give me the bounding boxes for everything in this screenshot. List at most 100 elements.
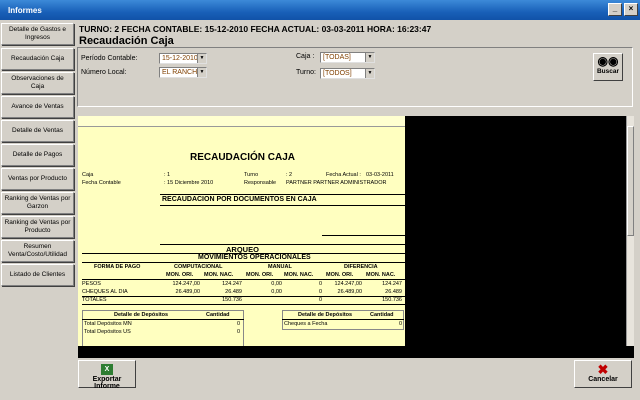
responsable-label: Responsable bbox=[244, 180, 277, 186]
sidebar-item-label: Recaudación Caja bbox=[10, 55, 65, 62]
sidebar-item-observaciones[interactable]: Observaciones de Caja bbox=[1, 72, 74, 94]
dep2-row-value: 0 bbox=[398, 321, 402, 327]
dep-title: Detalle de Depósitos bbox=[114, 312, 169, 318]
sub-mon-nac: MON. NAC. bbox=[366, 272, 396, 278]
periodo-select[interactable]: 15-12-2010 ▼ bbox=[159, 53, 207, 64]
dep-row-value: 0 bbox=[236, 329, 240, 335]
local-select[interactable]: EL RANCHE ▼ bbox=[159, 67, 207, 78]
caja-select[interactable]: [TODAS] ▼ bbox=[320, 52, 375, 63]
exportar-informe-button[interactable]: X Exportar Informe bbox=[78, 360, 136, 390]
periodo-value: 15-12-2010 bbox=[162, 55, 198, 62]
sidebar-item-detalle-ventas[interactable]: Detalle de Ventas bbox=[1, 120, 74, 142]
sidebar-item-listado-clientes[interactable]: Listado de Clientes bbox=[1, 264, 74, 286]
divider bbox=[282, 319, 404, 320]
col-computacional: COMPUTACIONAL bbox=[174, 264, 223, 270]
sidebar-item-label: Detalle de Gastos e Ingresos bbox=[8, 26, 67, 41]
row-dif-nac: 26.489 bbox=[385, 289, 402, 295]
turno-label: Turno: bbox=[296, 69, 316, 76]
dep2-title: Detalle de Depósitos bbox=[298, 312, 353, 318]
sub-mon-nac: MON. NAC. bbox=[284, 272, 314, 278]
caja-value: [TODAS] bbox=[323, 54, 351, 61]
row-comp-nac: 124.247 bbox=[222, 281, 242, 287]
turno-label: Turno bbox=[244, 172, 259, 178]
divider bbox=[160, 244, 405, 245]
sidebar-item-recaudacion-caja[interactable]: Recaudación Caja bbox=[1, 48, 74, 70]
row-man-ori: 0,00 bbox=[271, 281, 282, 287]
report-title: RECAUDACIÓN CAJA bbox=[190, 152, 296, 163]
cancelar-button[interactable]: ✖ Cancelar bbox=[574, 360, 632, 388]
totales-man: 0 bbox=[318, 297, 322, 303]
sidebar-item-ranking-producto[interactable]: Ranking de Ventas por Producto bbox=[1, 216, 74, 238]
row-dif-ori: 26.489,00 bbox=[337, 289, 362, 295]
fecha-actual-label: Fecha Actual : bbox=[326, 172, 361, 178]
divider bbox=[82, 296, 405, 297]
divider bbox=[82, 253, 405, 254]
row-comp-ori: 26.489,00 bbox=[175, 289, 200, 295]
row-dif-nac: 124.247 bbox=[382, 281, 402, 287]
minimize-button[interactable]: _ bbox=[608, 3, 622, 16]
responsable-value: PARTNER PARTNER ADMINISTRADOR bbox=[286, 180, 387, 186]
row-dif-ori: 124.247,00 bbox=[334, 281, 362, 287]
sidebar-item-label: Ventas por Producto bbox=[8, 175, 67, 182]
dep-row-label: Total Depósitos MN bbox=[84, 321, 132, 327]
sidebar-item-label: Ranking de Ventas por Producto bbox=[4, 219, 71, 234]
excel-icon: X bbox=[101, 364, 113, 375]
report-preview: RECAUDACIÓN CAJA Caja : 1 Fecha Contable… bbox=[78, 116, 405, 346]
row-man-nac: 0 bbox=[318, 289, 322, 295]
sidebar: Detalle de Gastos e Ingresos Recaudación… bbox=[0, 21, 75, 400]
col-forma: FORMA DE PAGO bbox=[94, 264, 141, 270]
row-forma: CHEQUES AL DIA bbox=[82, 289, 128, 295]
divider bbox=[322, 235, 405, 236]
divider bbox=[82, 304, 405, 305]
sub-mon-ori: MON. ORI. bbox=[246, 272, 274, 278]
totales-dif: 150.736 bbox=[382, 297, 402, 303]
page-title: Recaudación Caja bbox=[79, 35, 174, 47]
sidebar-item-ranking-garzon[interactable]: Ranking de Ventas por Garzon bbox=[1, 192, 74, 214]
periodo-label: Período Contable: bbox=[81, 55, 138, 62]
sidebar-item-resumen[interactable]: Resumen Venta/Costo/Utilidad bbox=[1, 240, 74, 262]
sidebar-item-detalle-gastos[interactable]: Detalle de Gastos e Ingresos bbox=[1, 23, 74, 45]
vertical-scrollbar[interactable] bbox=[626, 116, 634, 346]
dep-cantidad: Cantidad bbox=[206, 312, 230, 318]
status-line: TURNO: 2 FECHA CONTABLE: 15-12-2010 FECH… bbox=[79, 24, 432, 34]
totales-label: TOTALES bbox=[82, 297, 107, 303]
fecha-contable-label: Fecha Contable bbox=[82, 180, 121, 186]
row-comp-ori: 124.247,00 bbox=[172, 281, 200, 287]
sidebar-item-ventas-producto[interactable]: Ventas por Producto bbox=[1, 168, 74, 190]
col-manual: MANUAL bbox=[268, 264, 292, 270]
dep2-row-label: Cheques a Fecha bbox=[284, 321, 328, 327]
divider bbox=[160, 194, 405, 195]
sidebar-item-label: Detalle de Ventas bbox=[12, 127, 63, 134]
row-comp-nac: 26.489 bbox=[225, 289, 242, 295]
dep-row-label: Total Depósitos US bbox=[84, 329, 131, 335]
chevron-down-icon: ▼ bbox=[197, 54, 206, 63]
turno-select[interactable]: [TODOS] ▼ bbox=[320, 68, 375, 79]
buscar-button[interactable]: ◉◉ Buscar bbox=[593, 53, 623, 81]
sidebar-item-label: Avance de Ventas bbox=[11, 103, 64, 110]
section-docs: RECAUDACION POR DOCUMENTOS EN CAJA bbox=[162, 196, 317, 203]
export-label: Exportar Informe bbox=[92, 376, 122, 390]
dep2-cantidad: Cantidad bbox=[370, 312, 394, 318]
sidebar-item-label: Resumen Venta/Costo/Utilidad bbox=[8, 243, 67, 258]
sidebar-item-avance-ventas[interactable]: Avance de Ventas bbox=[1, 96, 74, 118]
horizontal-scrollbar[interactable] bbox=[78, 346, 634, 358]
window-titlebar: Informes _ × bbox=[0, 0, 640, 20]
close-window-button[interactable]: × bbox=[624, 3, 638, 16]
sidebar-item-label: Detalle de Pagos bbox=[12, 151, 63, 158]
sidebar-item-label: Listado de Clientes bbox=[9, 271, 66, 278]
totales-comp: 150.736 bbox=[222, 297, 242, 303]
sub-mon-ori: MON. ORI. bbox=[326, 272, 354, 278]
sidebar-item-detalle-pagos[interactable]: Detalle de Pagos bbox=[1, 144, 74, 166]
section-movs: MOVIMIENTOS OPERACIONALES bbox=[198, 254, 311, 261]
divider bbox=[82, 319, 244, 320]
scroll-thumb[interactable] bbox=[627, 126, 634, 236]
caja-label: Caja : bbox=[296, 53, 315, 60]
binoculars-icon: ◉◉ bbox=[597, 54, 619, 68]
divider bbox=[82, 279, 405, 280]
divider bbox=[160, 205, 405, 206]
caja-value: : 1 bbox=[164, 172, 171, 178]
col-diferencia: DIFERENCIA bbox=[344, 264, 378, 270]
local-value: EL RANCHE bbox=[162, 69, 202, 76]
chevron-down-icon: ▼ bbox=[365, 53, 374, 62]
caja-label: Caja bbox=[82, 172, 94, 178]
